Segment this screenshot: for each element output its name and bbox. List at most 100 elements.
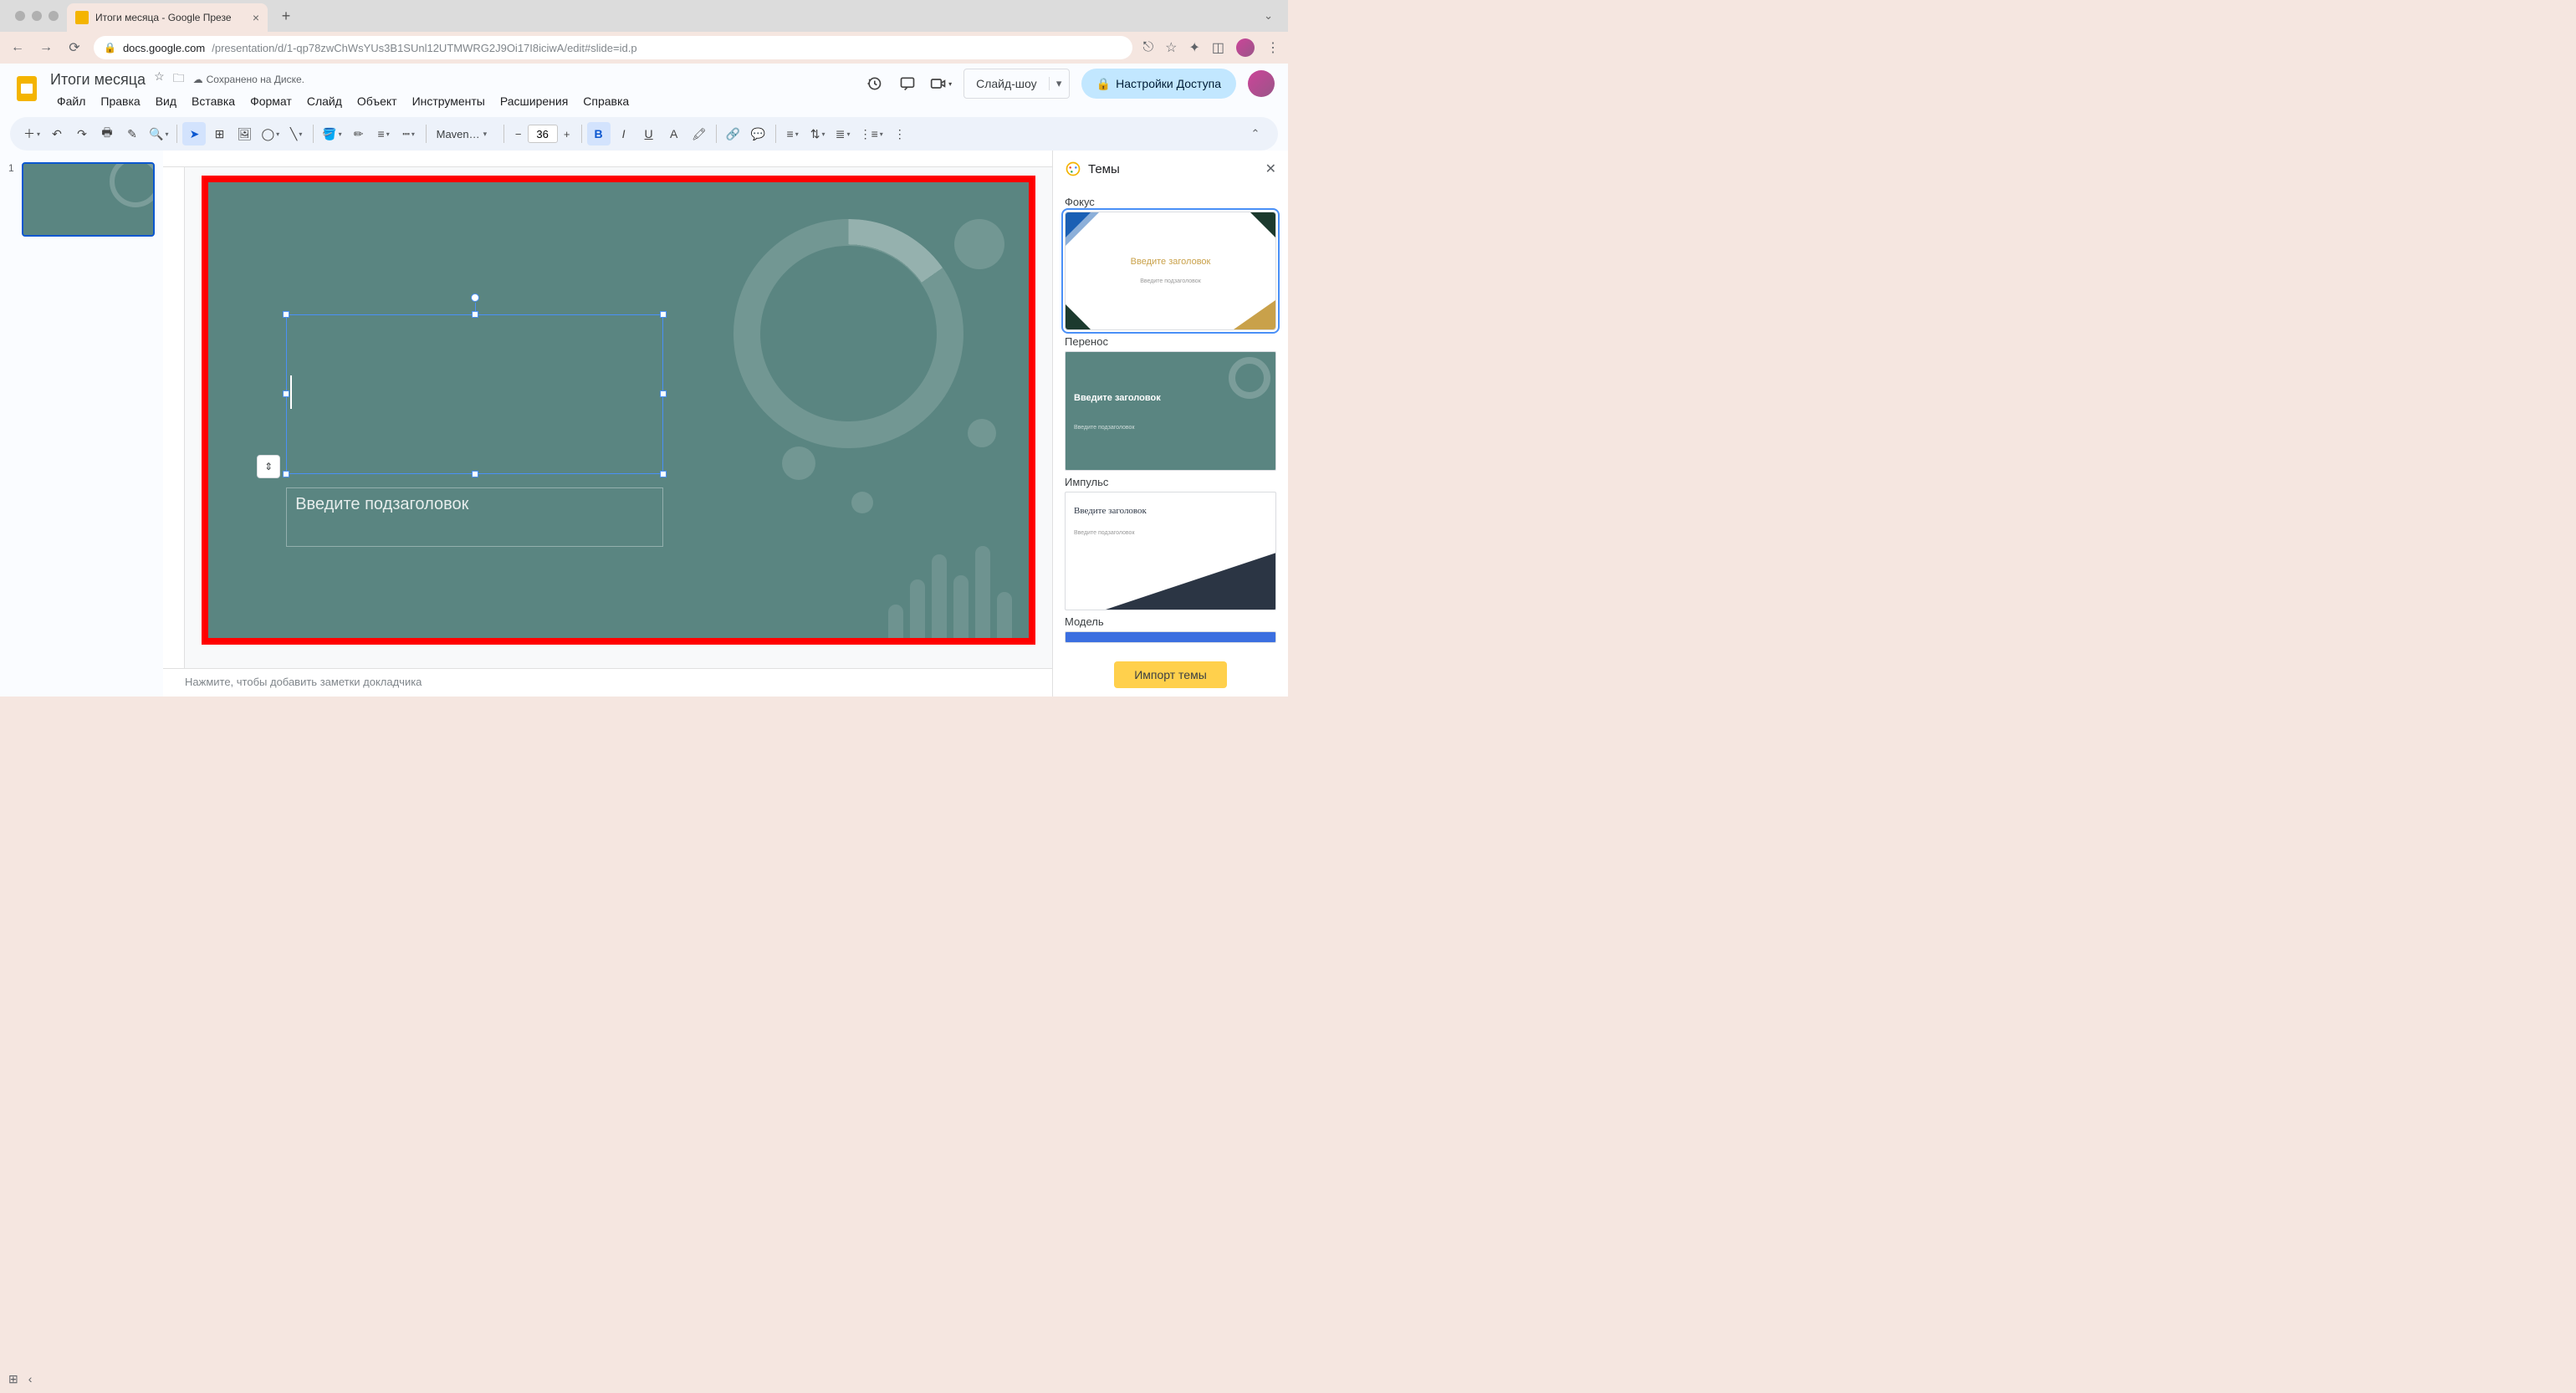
move-icon[interactable]: 🗀 (173, 69, 185, 89)
tabs-dropdown-icon[interactable]: ⌄ (1264, 9, 1281, 23)
bold-button[interactable]: B (587, 122, 611, 145)
highlight-color-button[interactable]: 🖍 (687, 122, 711, 145)
slide-canvas[interactable]: ⇕ Введите подзаголовок (202, 176, 1035, 645)
theme-card-model[interactable] (1065, 631, 1276, 643)
font-size-input[interactable] (528, 125, 558, 143)
profile-avatar[interactable] (1236, 38, 1255, 57)
menu-view[interactable]: Вид (149, 93, 183, 110)
collapse-toolbar-icon[interactable]: ⌃ (1243, 127, 1268, 140)
numbered-list-button[interactable]: ≣ (831, 122, 855, 145)
menu-slide[interactable]: Слайд (300, 93, 349, 110)
menu-tools[interactable]: Инструменты (406, 93, 492, 110)
slide-thumbnail[interactable] (22, 162, 155, 237)
resize-handle-bl[interactable] (283, 471, 289, 477)
resize-handle-bm[interactable] (472, 471, 478, 477)
back-button[interactable]: ← (8, 40, 27, 55)
history-icon[interactable] (863, 73, 885, 94)
paint-format-button[interactable]: ✎ (120, 122, 144, 145)
menu-extensions[interactable]: Расширения (493, 93, 575, 110)
border-weight-button[interactable]: ≡ (372, 122, 396, 145)
minimize-window-icon[interactable] (32, 11, 42, 21)
font-family-select[interactable]: Maven…▾ (432, 128, 498, 140)
browser-tab[interactable]: Итоги месяца - Google Презе × (67, 3, 268, 32)
resize-handle-mr[interactable] (660, 390, 667, 397)
menu-edit[interactable]: Правка (94, 93, 146, 110)
meet-icon[interactable]: ▾ (930, 73, 952, 94)
close-panel-icon[interactable]: ✕ (1265, 161, 1276, 177)
fill-color-button[interactable]: 🪣 (319, 122, 345, 145)
speaker-notes[interactable]: Нажмите, чтобы добавить заметки докладчи… (163, 668, 1052, 696)
menu-insert[interactable]: Вставка (185, 93, 242, 110)
account-avatar[interactable] (1248, 70, 1275, 97)
redo-button[interactable]: ↷ (70, 122, 94, 145)
url-input[interactable]: 🔒 docs.google.com/presentation/d/1-qp78z… (94, 36, 1132, 59)
vertical-ruler[interactable] (163, 167, 185, 668)
line-tool-button[interactable]: ╲ (284, 122, 308, 145)
slideshow-button[interactable]: Слайд-шоу ▾ (963, 69, 1070, 99)
font-size-decrease[interactable]: − (509, 128, 528, 140)
border-color-button[interactable]: ✏ (347, 122, 371, 145)
star-icon[interactable]: ☆ (154, 69, 165, 89)
subtitle-textbox[interactable]: Введите подзаголовок (286, 487, 663, 547)
theme-card-focus[interactable]: Введите заголовок Введите подзаголовок (1065, 212, 1276, 330)
document-title[interactable]: Итоги месяца (50, 71, 146, 89)
filmstrip-slide[interactable]: 1 (8, 162, 155, 237)
resize-handle-br[interactable] (660, 471, 667, 477)
font-size-stepper[interactable]: − + (509, 125, 576, 143)
italic-button[interactable]: I (612, 122, 636, 145)
insert-comment-button[interactable]: 💬 (747, 122, 770, 145)
forward-button[interactable]: → (37, 40, 55, 55)
autofit-options-button[interactable]: ⇕ (257, 455, 280, 478)
shape-tool-button[interactable]: ◯ (258, 122, 283, 145)
explore-icon[interactable]: ‹ (28, 1372, 33, 1386)
title-textbox-selected[interactable]: ⇕ (286, 314, 663, 474)
themes-panel: Темы ✕ Фокус Введите заголовок Введите п… (1052, 151, 1288, 696)
browser-menu-icon[interactable]: ⋮ (1266, 39, 1280, 56)
select-tool-button[interactable]: ➤ (182, 122, 206, 145)
menu-format[interactable]: Формат (243, 93, 299, 110)
image-tool-button[interactable]: 🖼 (233, 122, 256, 145)
more-button[interactable]: ⋮ (888, 122, 912, 145)
resize-handle-tl[interactable] (283, 311, 289, 318)
insert-link-button[interactable]: 🔗 (722, 122, 745, 145)
resize-handle-tm[interactable] (472, 311, 478, 318)
theme-card-impulse[interactable]: Введите заголовок Введите подзаголовок (1065, 492, 1276, 610)
resize-handle-tr[interactable] (660, 311, 667, 318)
import-theme-button[interactable]: Импорт темы (1114, 661, 1227, 688)
menu-object[interactable]: Объект (350, 93, 404, 110)
grid-view-icon[interactable]: ⊞ (8, 1372, 18, 1386)
textbox-tool-button[interactable]: ⊞ (207, 122, 231, 145)
print-button[interactable]: 🖶 (95, 122, 119, 145)
bookmark-icon[interactable]: ☆ (1165, 39, 1177, 56)
resize-handle-ml[interactable] (283, 390, 289, 397)
window-controls[interactable] (7, 11, 67, 21)
comments-icon[interactable] (897, 73, 918, 94)
line-spacing-button[interactable]: ⇅ (806, 122, 830, 145)
sidepanel-icon[interactable]: ◫ (1212, 39, 1224, 56)
zoom-button[interactable]: 🔍 (146, 122, 171, 145)
menu-help[interactable]: Справка (576, 93, 636, 110)
share-button[interactable]: 🔒 Настройки Доступа (1081, 69, 1236, 99)
slides-logo-icon[interactable] (12, 74, 42, 104)
text-color-button[interactable]: A (662, 122, 686, 145)
extensions-icon[interactable]: ✦ (1188, 39, 1199, 56)
new-tab-button[interactable]: + (274, 4, 298, 28)
new-slide-button[interactable]: ＋ (20, 122, 43, 145)
slideshow-label: Слайд-шоу (964, 77, 1049, 90)
menu-file[interactable]: Файл (50, 93, 92, 110)
undo-button[interactable]: ↶ (45, 122, 69, 145)
rotate-handle[interactable] (471, 293, 479, 302)
theme-card-perenos[interactable]: Введите заголовок Введите подзаголовок (1065, 351, 1276, 470)
horizontal-ruler[interactable] (163, 151, 1052, 167)
share-page-icon[interactable]: ⎋ (1142, 40, 1153, 55)
border-dash-button[interactable]: ┉ (397, 122, 421, 145)
align-button[interactable]: ≡ (781, 122, 805, 145)
maximize-window-icon[interactable] (49, 11, 59, 21)
slideshow-dropdown-icon[interactable]: ▾ (1049, 77, 1069, 90)
font-size-increase[interactable]: + (558, 128, 576, 140)
tab-close-icon[interactable]: × (253, 11, 259, 24)
bulleted-list-button[interactable]: ⋮≡ (856, 122, 887, 145)
close-window-icon[interactable] (15, 11, 25, 21)
reload-button[interactable]: ⟳ (65, 39, 84, 56)
underline-button[interactable]: U (637, 122, 661, 145)
